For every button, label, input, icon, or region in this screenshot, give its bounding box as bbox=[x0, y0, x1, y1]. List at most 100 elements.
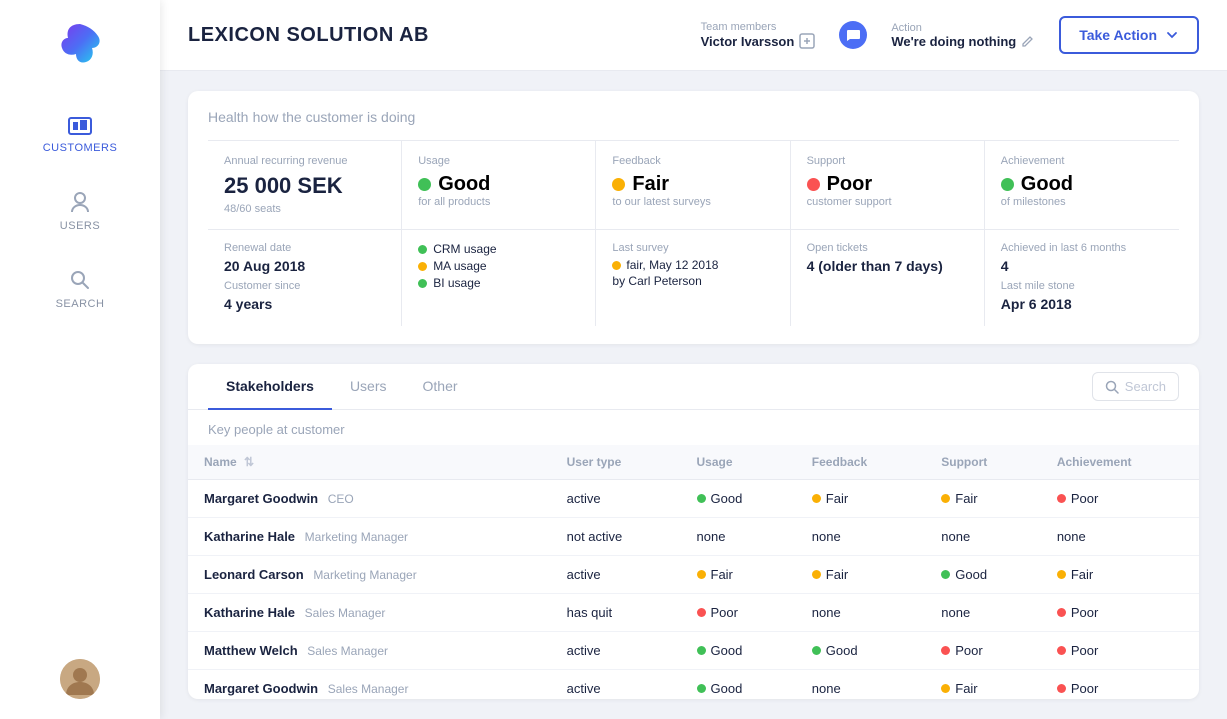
edit-icon[interactable] bbox=[1021, 34, 1035, 48]
cell-status: Fair bbox=[681, 556, 796, 594]
avatar[interactable] bbox=[60, 659, 100, 699]
health-cards: Annual recurring revenue 25 000 SEK 48/6… bbox=[208, 140, 1179, 229]
section-label: Key people at customer bbox=[188, 410, 1199, 445]
col-feedback: Feedback bbox=[796, 445, 925, 480]
ma-usage: MA usage bbox=[418, 259, 579, 273]
chevron-down-icon bbox=[1165, 28, 1179, 42]
health-section: Health how the customer is doing Annual … bbox=[188, 91, 1199, 344]
status-dot bbox=[1057, 494, 1066, 503]
col-usertype: User type bbox=[551, 445, 681, 480]
health-card-usage: Usage Good for all products bbox=[402, 141, 596, 229]
cell-status: Good bbox=[681, 480, 796, 518]
sidebar: CUSTOMERS USERS SEARCH bbox=[0, 0, 160, 719]
cell-status: Fair bbox=[925, 480, 1041, 518]
status-dot bbox=[697, 646, 706, 655]
action-value: We're doing nothing bbox=[891, 34, 1035, 49]
table-row: Katharine Hale Sales Manager has quit Po… bbox=[188, 594, 1199, 632]
support-dot bbox=[807, 178, 820, 191]
status-dot bbox=[697, 570, 706, 579]
status-dot bbox=[1057, 646, 1066, 655]
tab-other[interactable]: Other bbox=[405, 364, 476, 410]
health-card-achievement: Achievement Good of milestones bbox=[985, 141, 1179, 229]
cell-status: none bbox=[925, 518, 1041, 556]
status-dot bbox=[812, 570, 821, 579]
survey-dot bbox=[612, 261, 621, 270]
bi-dot bbox=[418, 279, 427, 288]
survey-by: by Carl Peterson bbox=[612, 274, 773, 288]
chat-icon[interactable] bbox=[839, 21, 867, 49]
bi-usage: BI usage bbox=[418, 276, 579, 290]
status-dot bbox=[697, 608, 706, 617]
search-icon bbox=[1105, 380, 1119, 394]
search-box[interactable]: Search bbox=[1092, 372, 1179, 401]
feedback-status: Fair bbox=[612, 173, 773, 196]
cell-usertype: active bbox=[551, 556, 681, 594]
search-label: Search bbox=[1125, 379, 1166, 394]
col-usage: Usage bbox=[681, 445, 796, 480]
take-action-button[interactable]: Take Action bbox=[1059, 16, 1199, 54]
tab-users[interactable]: Users bbox=[332, 364, 405, 410]
health-detail-achievement: Achieved in last 6 months 4 Last mile st… bbox=[985, 230, 1179, 326]
health-card-arr: Annual recurring revenue 25 000 SEK 48/6… bbox=[208, 141, 402, 229]
status-dot bbox=[812, 646, 821, 655]
status-dot bbox=[941, 494, 950, 503]
health-detail-arr: Renewal date 20 Aug 2018 Customer since … bbox=[208, 230, 402, 326]
cell-status: Poor bbox=[1041, 670, 1199, 700]
table-header: Name ⇅ User type Usage Feedback Support … bbox=[188, 445, 1199, 480]
tab-stakeholders[interactable]: Stakeholders bbox=[208, 364, 332, 410]
status-dot bbox=[941, 684, 950, 693]
table-row: Katharine Hale Marketing Manager not act… bbox=[188, 518, 1199, 556]
cell-status: Good bbox=[925, 556, 1041, 594]
table-row: Margaret Goodwin Sales Manager active Go… bbox=[188, 670, 1199, 700]
bottom-section: Stakeholders Users Other Search Key peop… bbox=[188, 364, 1199, 699]
health-details: Renewal date 20 Aug 2018 Customer since … bbox=[208, 229, 1179, 326]
col-achievement: Achievement bbox=[1041, 445, 1199, 480]
health-detail-feedback: Last survey fair, May 12 2018 by Carl Pe… bbox=[596, 230, 790, 326]
sort-icon[interactable]: ⇅ bbox=[244, 455, 254, 469]
status-dot bbox=[812, 494, 821, 503]
usage-dot bbox=[418, 178, 431, 191]
sidebar-item-customers[interactable]: CUSTOMERS bbox=[0, 98, 160, 166]
tabs-row: Stakeholders Users Other Search bbox=[188, 364, 1199, 410]
sidebar-item-users-label: USERS bbox=[60, 220, 100, 232]
action-meta: Action We're doing nothing bbox=[891, 22, 1035, 49]
table-row: Leonard Carson Marketing Manager active … bbox=[188, 556, 1199, 594]
app-logo[interactable] bbox=[56, 20, 104, 68]
cell-status: Poor bbox=[681, 594, 796, 632]
action-label: Action bbox=[891, 22, 922, 34]
cell-status: Poor bbox=[1041, 480, 1199, 518]
cell-status: Poor bbox=[1041, 632, 1199, 670]
team-members-label: Team members bbox=[701, 21, 777, 33]
sidebar-item-customers-label: CUSTOMERS bbox=[43, 142, 118, 154]
status-dot bbox=[697, 494, 706, 503]
status-dot bbox=[1057, 608, 1066, 617]
cell-usertype: active bbox=[551, 632, 681, 670]
team-members-icon[interactable] bbox=[799, 33, 815, 49]
stakeholders-table: Name ⇅ User type Usage Feedback Support … bbox=[188, 445, 1199, 699]
cell-status: none bbox=[796, 670, 925, 700]
cell-status: Fair bbox=[796, 556, 925, 594]
cell-status: Good bbox=[681, 670, 796, 700]
sidebar-item-search[interactable]: SEARCH bbox=[0, 254, 160, 322]
cell-name: Margaret Goodwin Sales Manager bbox=[188, 670, 551, 700]
health-card-feedback: Feedback Fair to our latest surveys bbox=[596, 141, 790, 229]
col-support: Support bbox=[925, 445, 1041, 480]
col-name: Name ⇅ bbox=[188, 445, 551, 480]
status-dot bbox=[697, 684, 706, 693]
cell-name: Katharine Hale Marketing Manager bbox=[188, 518, 551, 556]
status-dot bbox=[1057, 684, 1066, 693]
sidebar-item-users[interactable]: USERS bbox=[0, 176, 160, 244]
health-detail-support: Open tickets 4 (older than 7 days) bbox=[791, 230, 985, 326]
cell-status: none bbox=[796, 518, 925, 556]
cell-status: Poor bbox=[925, 632, 1041, 670]
health-card-support: Support Poor customer support bbox=[791, 141, 985, 229]
cell-status: Fair bbox=[1041, 556, 1199, 594]
cell-usertype: not active bbox=[551, 518, 681, 556]
health-title: Health how the customer is doing bbox=[208, 109, 1179, 126]
team-members-meta: Team members Victor Ivarsson bbox=[701, 21, 816, 49]
cell-name: Matthew Welch Sales Manager bbox=[188, 632, 551, 670]
health-detail-usage: CRM usage MA usage BI usage bbox=[402, 230, 596, 326]
content-area: Health how the customer is doing Annual … bbox=[160, 71, 1227, 719]
crm-usage: CRM usage bbox=[418, 242, 579, 256]
ma-dot bbox=[418, 262, 427, 271]
